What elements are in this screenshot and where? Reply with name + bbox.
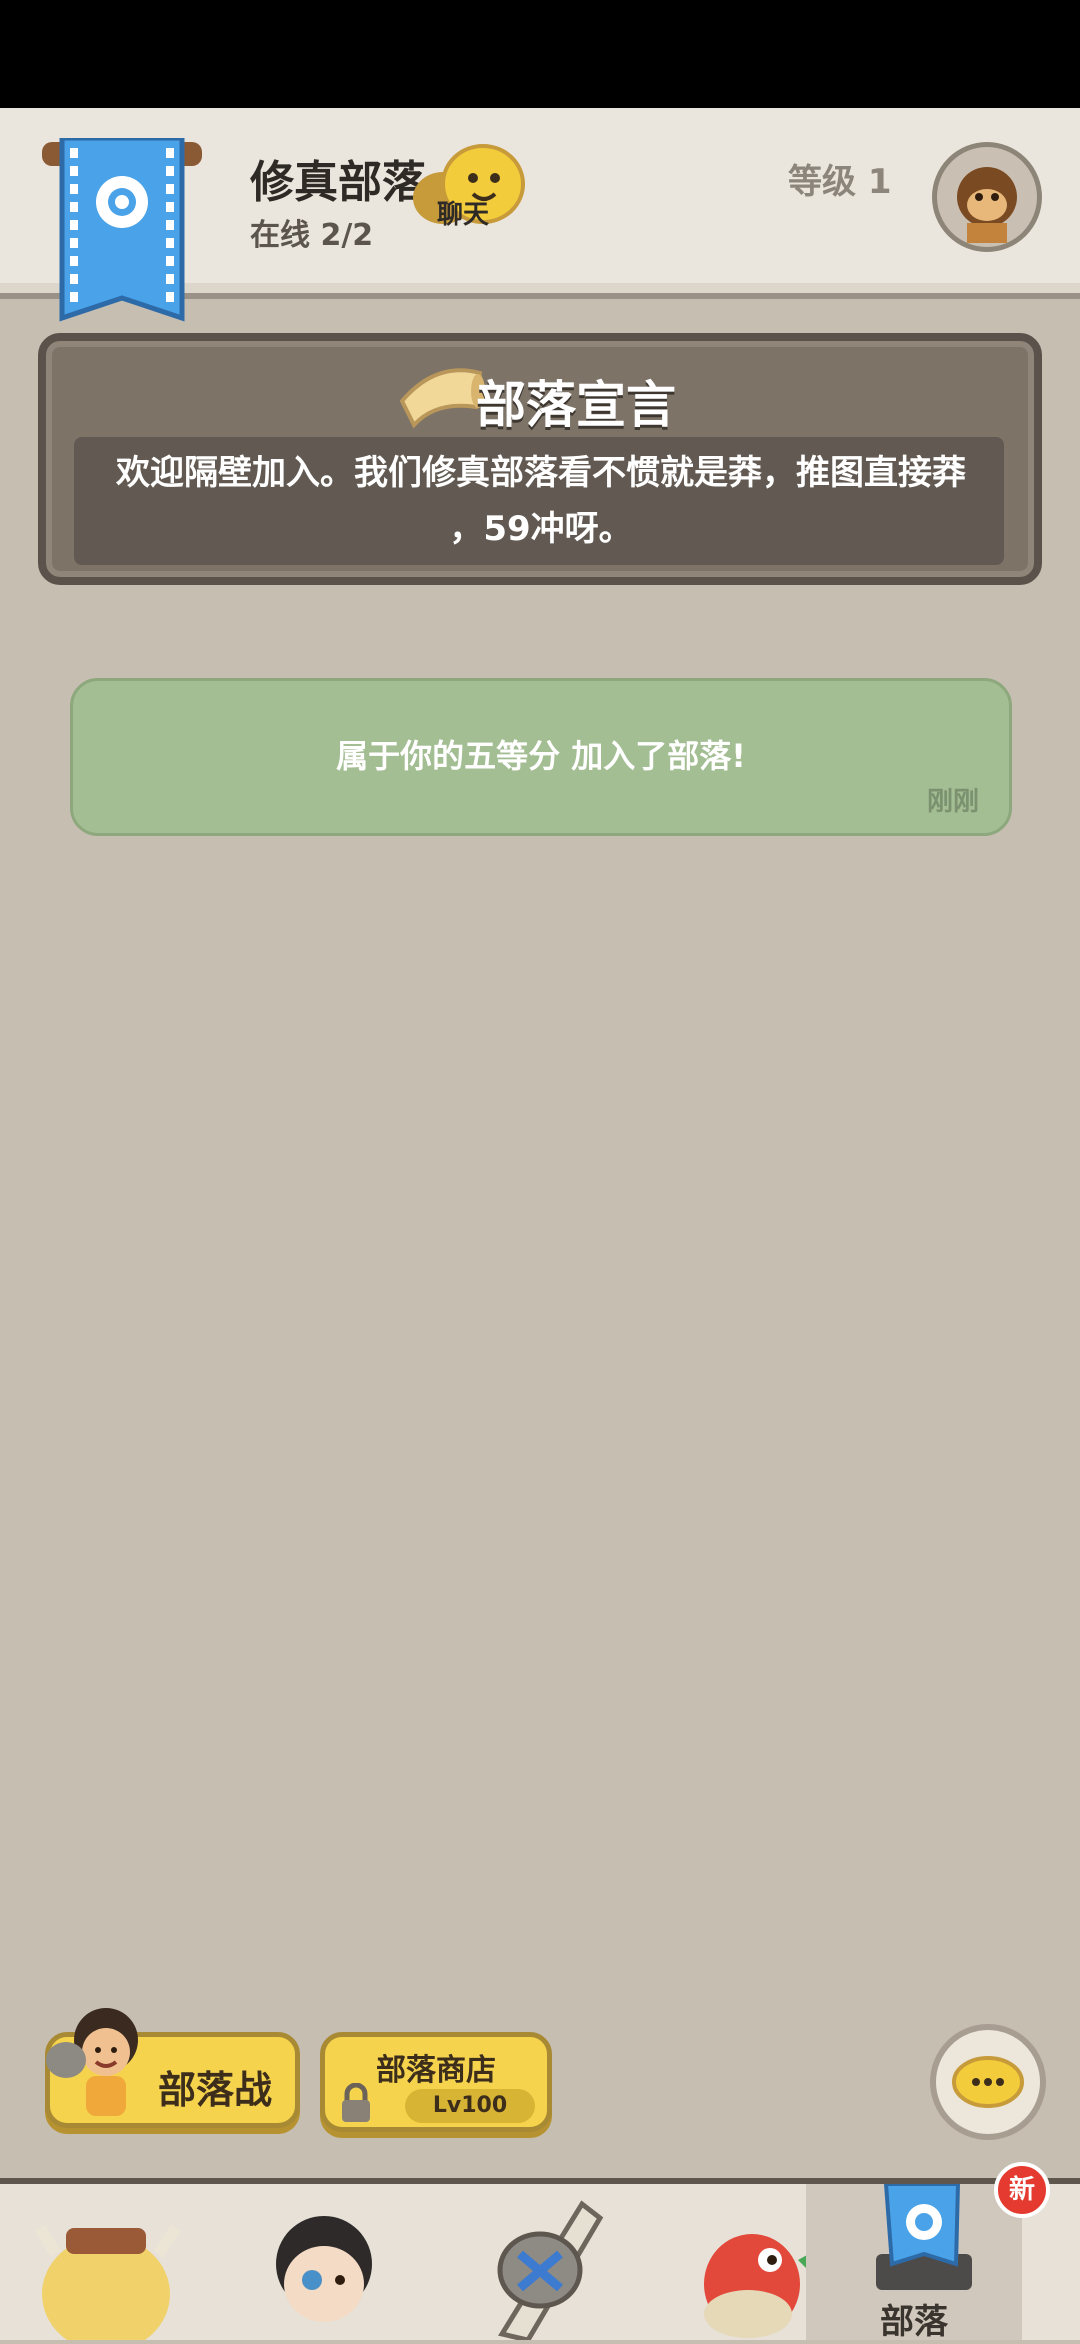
- nav-tab-battle[interactable]: [432, 2184, 648, 2343]
- tribe-header: 修真部落 在线 2/2 聊天 等级 1: [0, 108, 1080, 322]
- tribe-name: 修真部落: [250, 157, 426, 208]
- tribe-war-label: 部落战: [158, 2068, 273, 2112]
- declaration-line-1: 欢迎隔壁加入。我们修真部落看不惯就是莽，推图直接莽: [116, 453, 966, 493]
- chat-label[interactable]: 聊天: [437, 194, 489, 231]
- tribe-shop-button[interactable]: 部落商店 Lv100: [320, 2032, 552, 2132]
- tribe-event-card: 属于你的五等分 加入了部落! 刚刚: [70, 678, 1012, 836]
- declaration-title: 部落宣言: [476, 376, 676, 434]
- nav-tab-hero[interactable]: [0, 2184, 216, 2344]
- chat-button[interactable]: [930, 2024, 1046, 2140]
- declaration-text: 欢迎隔壁加入。我们修真部落看不惯就是莽，推图直接莽 ，59冲呀。: [76, 445, 1006, 557]
- shop-unlock-level: Lv100: [405, 2089, 535, 2123]
- chat-bubble-icon: [952, 2056, 1024, 2108]
- online-count: 在线 2/2: [250, 218, 374, 253]
- caveman-icon: [46, 2008, 138, 2116]
- monkey-avatar-icon[interactable]: [932, 142, 1042, 252]
- lock-icon: [342, 2083, 370, 2122]
- tribe-banner-icon: [876, 2182, 972, 2290]
- status-bar: [0, 0, 1080, 108]
- nav-tab-tribe[interactable]: 部落: [806, 2182, 1022, 2342]
- event-timestamp: 刚刚: [926, 787, 979, 817]
- warrior-face-icon: [276, 2216, 372, 2322]
- tribe-banner-icon[interactable]: [42, 138, 202, 348]
- caveman-straw-icon: [34, 2224, 181, 2344]
- bottom-nav: 部落: [0, 2178, 1080, 2344]
- declaration-line-2: ，59冲呀。: [449, 509, 633, 549]
- nav-tab-character[interactable]: [216, 2184, 432, 2340]
- tribe-level: 等级 1: [788, 162, 892, 202]
- event-message: 属于你的五等分 加入了部落!: [336, 737, 746, 775]
- stone-sword-icon: [497, 2200, 604, 2343]
- tribe-declaration-panel: 部落宣言 欢迎隔壁加入。我们修真部落看不惯就是莽，推图直接莽 ，59冲呀。: [38, 333, 1042, 585]
- new-badge: 新: [994, 2162, 1050, 2218]
- nav-label-tribe: 部落: [880, 2302, 948, 2342]
- horn-icon: [399, 368, 485, 429]
